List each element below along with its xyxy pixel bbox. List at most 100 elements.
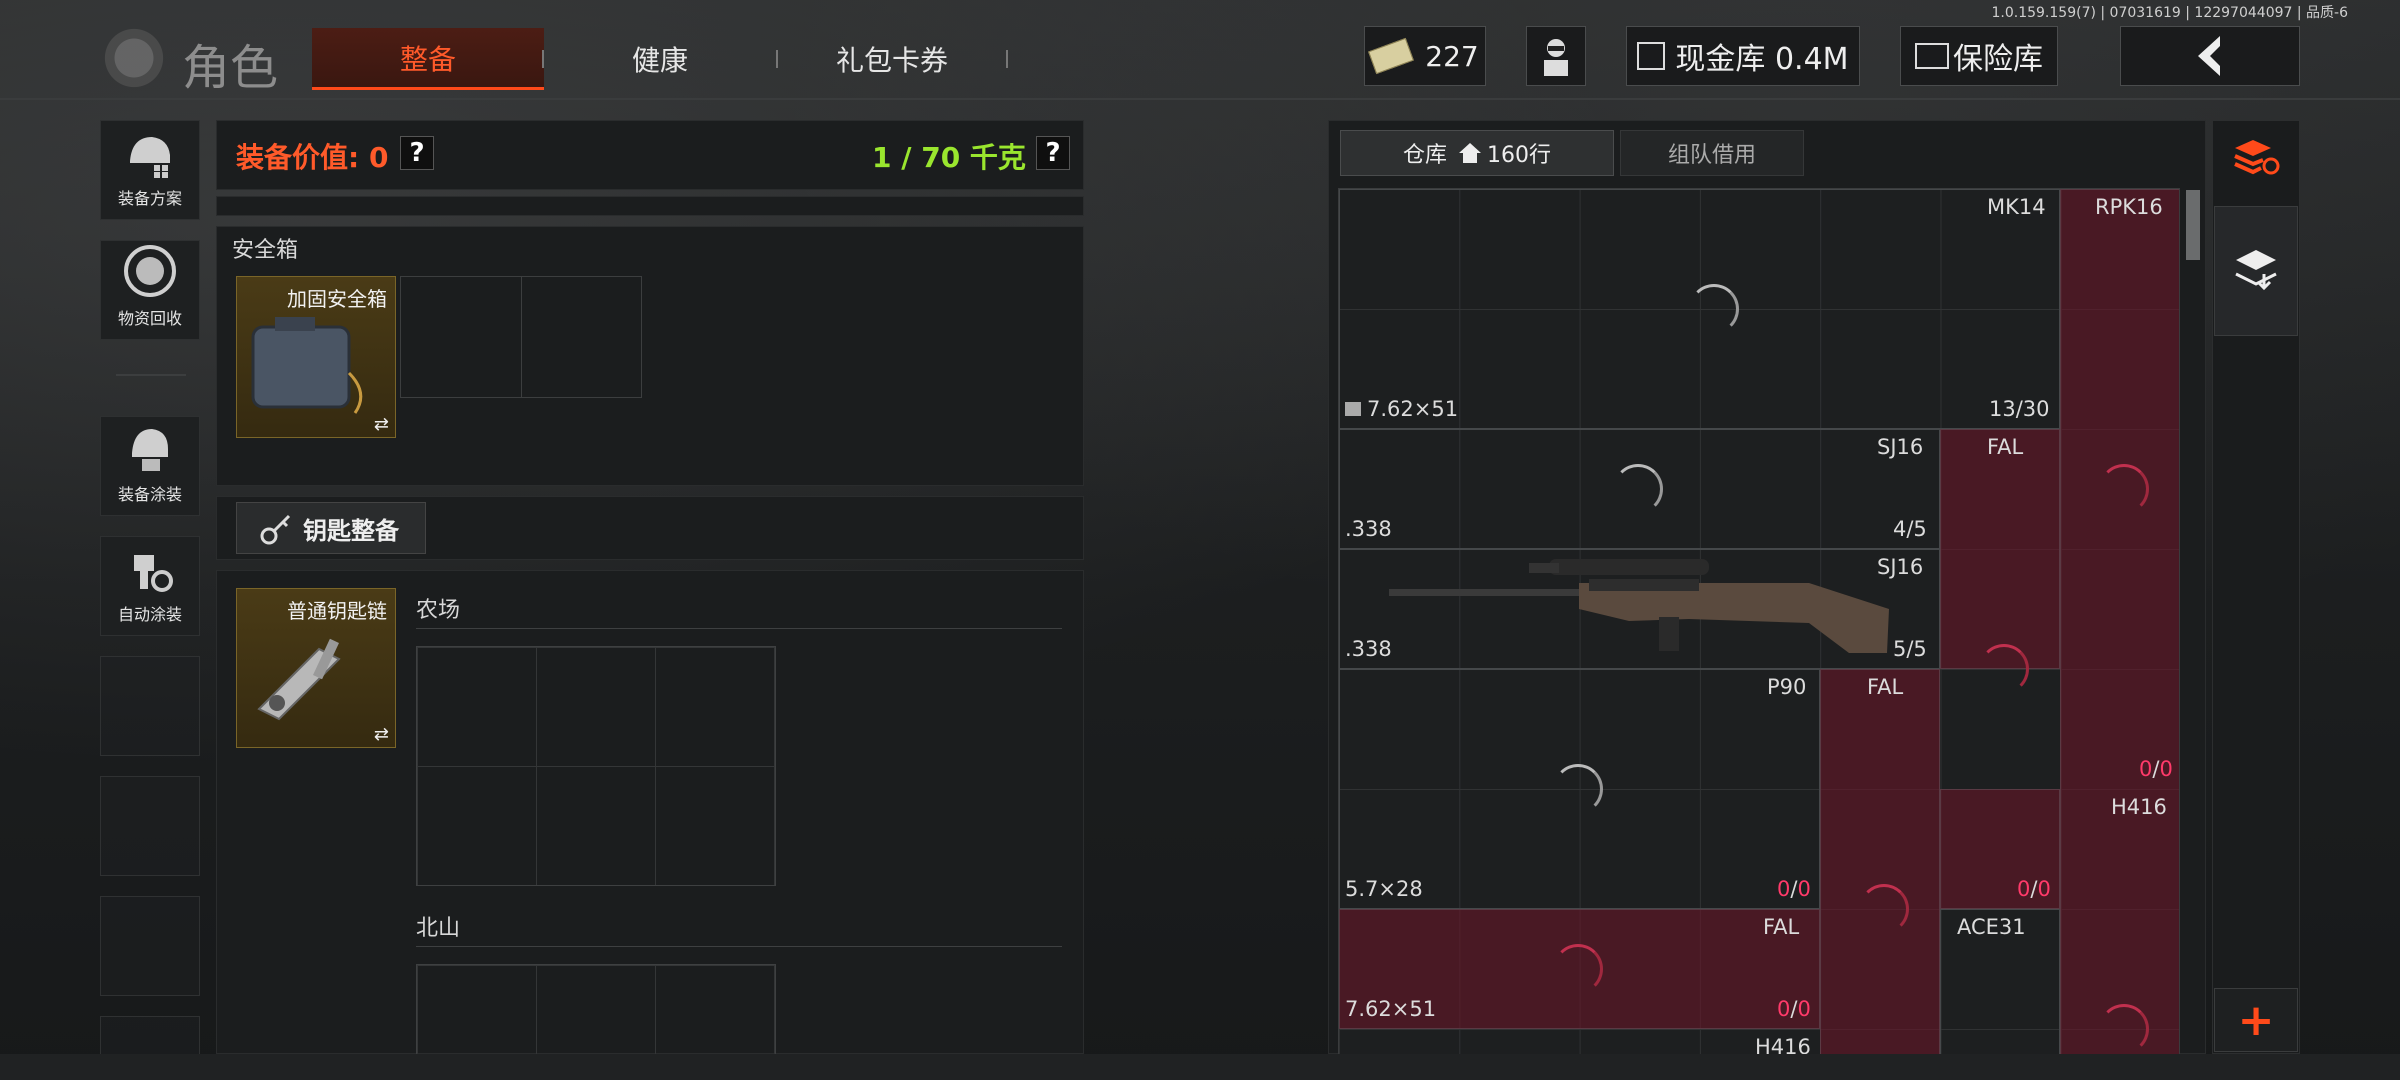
tab-warehouse[interactable]: 仓库 160行 xyxy=(1340,130,1614,176)
warehouse-scrollbar[interactable] xyxy=(2186,190,2200,260)
item-count: 0/0 xyxy=(2017,877,2051,901)
item-caliber: 7.62×51 xyxy=(1345,997,1437,1021)
sidebar-item-label: 装备涂装 xyxy=(117,485,182,504)
equipment-value: 装备价值: 0 xyxy=(236,141,389,174)
count-current: 0 xyxy=(1777,877,1791,901)
loading-icon xyxy=(1979,644,2029,694)
tab-separator xyxy=(776,50,778,68)
tab-giftcards[interactable]: 礼包卡券 xyxy=(812,28,972,90)
back-button[interactable] xyxy=(2120,26,2300,86)
farm-key-grid[interactable] xyxy=(416,646,776,886)
vault-icon xyxy=(1637,42,1666,70)
profile-button[interactable] xyxy=(1526,26,1586,86)
loading-icon xyxy=(2099,464,2149,514)
caliber-text: 7.62×51 xyxy=(1367,397,1459,421)
cash-vault-button[interactable]: 现金库 0.4M xyxy=(1626,26,1860,86)
helmet-icon xyxy=(130,137,170,178)
layers-download-icon xyxy=(2235,250,2277,291)
value-help-button[interactable]: ? xyxy=(400,136,434,170)
item-name: H416 xyxy=(2111,795,2167,819)
bottom-bar xyxy=(0,1054,2400,1080)
sidebar-empty-slot[interactable] xyxy=(100,1016,200,1056)
count-max: 0 xyxy=(2037,877,2051,901)
loading-icon xyxy=(2099,1004,2149,1054)
map-underline xyxy=(416,628,1062,629)
loading-icon xyxy=(1553,944,1603,994)
tab-separator xyxy=(542,50,544,68)
item-name: MK14 xyxy=(1987,195,2046,219)
warehouse-grid[interactable]: MK14 7.62×51 13/30 RPK16 SJ16 .338 4/5 F… xyxy=(1338,188,2180,1080)
tab-warehouse-label: 仓库 xyxy=(1402,143,1447,168)
sidebar-item-label: 自动涂装 xyxy=(117,605,182,624)
north-key-grid[interactable] xyxy=(416,964,776,1056)
item-count: 4/5 xyxy=(1893,517,1927,541)
item-name: RPK16 xyxy=(2095,195,2163,219)
key-icon xyxy=(260,514,291,545)
add-button[interactable]: + xyxy=(2214,988,2298,1052)
safe-vault-button[interactable]: 保险库 xyxy=(1900,26,2058,86)
weight-readout: 1 / 70 千克 xyxy=(872,141,1026,174)
auto-paint-icon xyxy=(134,555,173,592)
map-label-north: 北山 xyxy=(416,916,461,941)
keychain-item[interactable]: 普通钥匙链 ⇄ xyxy=(236,588,396,748)
item-name: FAL xyxy=(1763,915,1800,939)
sidebar-item-gear-paint[interactable]: 装备涂装 xyxy=(100,416,200,516)
weight-help-button[interactable]: ? xyxy=(1036,136,1070,170)
back-arrow-icon xyxy=(2198,36,2220,76)
header-divider xyxy=(0,98,2400,100)
count-max: 0 xyxy=(1797,877,1811,901)
map-underline xyxy=(416,946,1062,947)
count-current: 0 xyxy=(2017,877,2031,901)
sidebar-item-recycle[interactable]: 物资回收 xyxy=(100,240,200,340)
item-name: FAL xyxy=(1867,675,1904,699)
safe-case-icon xyxy=(251,317,363,414)
key-loadout-button[interactable]: 钥匙整备 xyxy=(236,502,426,554)
loading-icon xyxy=(1553,764,1603,814)
safe-box-item[interactable]: 加固安全箱 ⇄ xyxy=(236,276,396,438)
keychain-icon xyxy=(257,638,341,721)
grid-cell-rpk16[interactable] xyxy=(2060,189,2179,1079)
swap-icon[interactable]: ⇄ xyxy=(374,724,389,745)
key-loadout-label: 钥匙整备 xyxy=(303,516,399,545)
currency-display[interactable]: 227 xyxy=(1364,26,1486,86)
sidebar-item-auto-paint[interactable]: 自动涂装 xyxy=(100,536,200,636)
item-caliber: .338 xyxy=(1345,637,1392,661)
count-max: 0 xyxy=(1797,997,1811,1021)
loading-icon xyxy=(1859,884,1909,934)
stash-deposit-button[interactable] xyxy=(2214,206,2298,336)
map-label-farm: 农场 xyxy=(416,598,461,623)
rifle-image xyxy=(1389,559,1889,653)
page-title: 角色 xyxy=(182,40,279,96)
sidebar-empty-slot[interactable] xyxy=(100,776,200,876)
sort-button[interactable] xyxy=(2226,126,2286,186)
item-caliber: .338 xyxy=(1345,517,1392,541)
loading-icon xyxy=(1613,464,1663,514)
sidebar-divider xyxy=(116,374,186,376)
item-name: SJ16 xyxy=(1877,435,1924,459)
item-count: 0/0 xyxy=(1777,877,1811,901)
home-icon xyxy=(1459,143,1481,163)
safe-icon xyxy=(1915,43,1949,69)
paint-helmet-icon xyxy=(132,429,168,471)
item-name: FAL xyxy=(1987,435,2024,459)
grid-cell-fal[interactable] xyxy=(1940,429,2060,669)
safe-box-title: 安全箱 xyxy=(232,238,299,263)
safe-box-name: 加固安全箱 xyxy=(287,287,387,311)
tab-health[interactable]: 健康 xyxy=(580,28,740,90)
ammo-icon xyxy=(1345,402,1361,416)
count-current: 0 xyxy=(1777,997,1791,1021)
sidebar-item-label: 物资回收 xyxy=(117,309,182,328)
soldier-icon xyxy=(1544,39,1568,76)
count-max: 0 xyxy=(2159,757,2173,781)
sidebar-empty-slot[interactable] xyxy=(100,896,200,996)
sidebar-item-loadout-plan[interactable]: 装备方案 xyxy=(100,120,200,220)
keychain-name: 普通钥匙链 xyxy=(287,599,387,623)
tab-equip[interactable]: 整备 xyxy=(312,28,544,90)
sidebar-empty-slot[interactable] xyxy=(100,656,200,756)
tab-team-borrow[interactable]: 组队借用 xyxy=(1620,130,1804,176)
swap-icon[interactable]: ⇄ xyxy=(374,414,389,435)
cash-vault-label: 现金库 0.4M xyxy=(1675,42,1849,77)
grid-cell-fal[interactable] xyxy=(1820,669,1940,1079)
safe-box-slots[interactable] xyxy=(400,276,642,398)
safe-vault-label: 保险库 xyxy=(1953,42,2043,77)
